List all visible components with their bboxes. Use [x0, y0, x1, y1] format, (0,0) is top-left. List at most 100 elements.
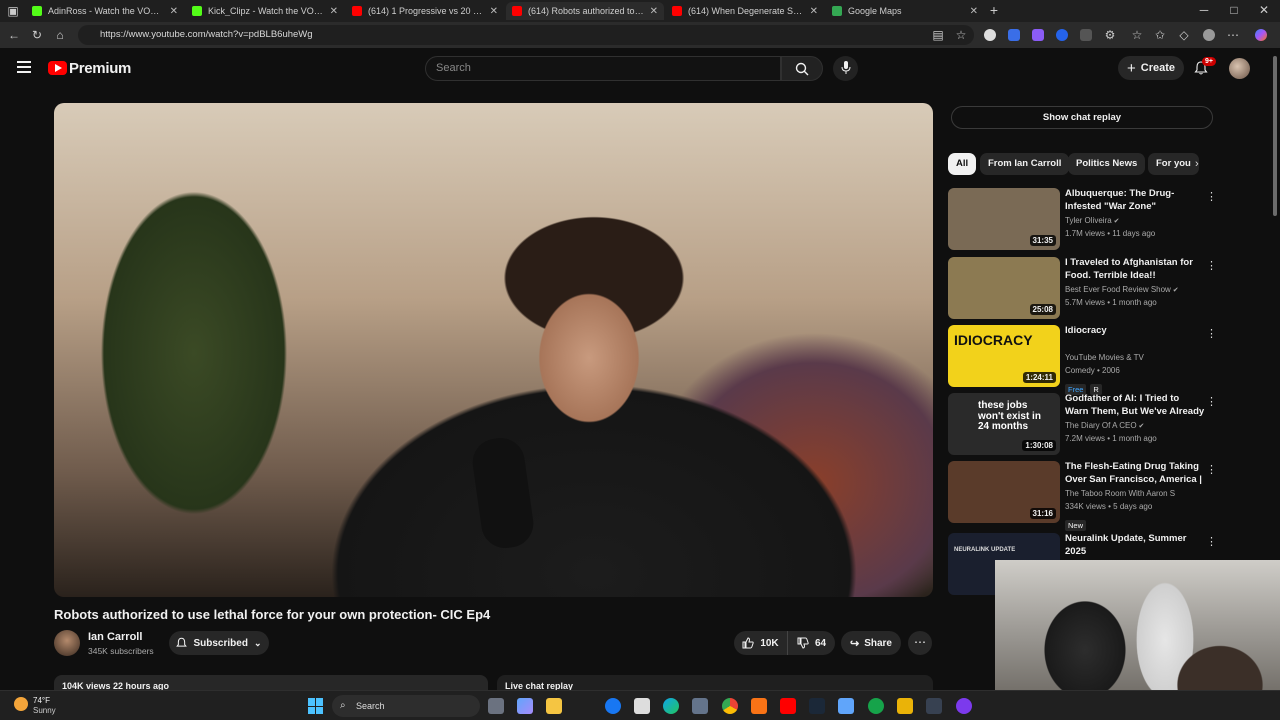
youtube-premium-wordmark[interactable]: Premium	[69, 60, 131, 77]
extension-icon[interactable]	[1008, 29, 1020, 41]
browser-tab[interactable]: (614) When Degenerate Streamers ✕	[666, 2, 824, 20]
voice-search-button[interactable]	[833, 56, 858, 81]
close-tab-icon[interactable]: ✕	[490, 6, 498, 17]
app-icon[interactable]	[751, 698, 767, 714]
new-tab-button[interactable]: +	[986, 2, 1002, 18]
filter-chip[interactable]: All	[948, 153, 977, 175]
windows-start-icon[interactable]	[308, 698, 324, 714]
edge-browser-icon[interactable]	[663, 698, 679, 714]
video-thumbnail[interactable]: IDIOCRACY 1:24:11	[948, 325, 1060, 387]
recommended-channel[interactable]: Tyler Oliveira ✔	[1065, 216, 1120, 225]
favorites-icon[interactable]: ☆	[1129, 27, 1145, 43]
recommended-channel[interactable]: The Taboo Room With Aaron S	[1065, 489, 1175, 498]
video-thumbnail[interactable]: 25:08	[948, 257, 1060, 319]
copilot-icon[interactable]	[1255, 29, 1267, 41]
amazon-icon[interactable]	[634, 698, 650, 714]
account-avatar[interactable]	[1229, 58, 1250, 79]
page-scrollbar[interactable]	[1272, 48, 1278, 690]
collections-icon[interactable]: ✩	[1152, 27, 1168, 43]
browser-tab[interactable]: AdinRoss - Watch the VOD on Kick ✕	[26, 2, 184, 20]
minimize-button[interactable]: ─	[1196, 2, 1212, 18]
more-options-icon[interactable]: ⋮	[1206, 463, 1217, 476]
extension-icon[interactable]	[1032, 29, 1044, 41]
task-view-icon[interactable]	[488, 698, 504, 714]
more-options-icon[interactable]: ⋮	[1206, 535, 1217, 548]
filter-chip[interactable]: For you	[1148, 153, 1199, 175]
browser-tab[interactable]: Google Maps ✕	[826, 2, 984, 20]
chevron-right-icon[interactable]: ›	[1195, 158, 1199, 170]
filter-chip[interactable]: Politics News	[1068, 153, 1146, 175]
recommended-channel[interactable]: The Diary Of A CEO ✔	[1065, 421, 1144, 430]
recommended-video-title[interactable]: The Flesh-Eating Drug Taking Over San Fr…	[1065, 461, 1205, 486]
video-thumbnail[interactable]: 31:16	[948, 461, 1060, 523]
channel-avatar[interactable]	[54, 630, 80, 656]
dislike-button[interactable]: 64	[788, 631, 835, 655]
recommended-channel[interactable]: Best Ever Food Review Show ✔	[1065, 285, 1179, 294]
recommended-video[interactable]: 31:16 The Flesh-Eating Drug Taking Over S…	[948, 461, 1218, 531]
more-actions-button[interactable]: ⋯	[908, 631, 932, 655]
recommended-video[interactable]: 25:08 I Traveled to Afghanistan for Food.…	[948, 257, 1218, 319]
url-field[interactable]: https://www.youtube.com/watch?v=pdBLB6uh…	[78, 25, 974, 45]
weather-description[interactable]: Sunny	[33, 706, 56, 715]
chrome-icon[interactable]	[722, 698, 738, 714]
browser-essentials-icon[interactable]: ◇	[1176, 27, 1192, 43]
browser-menu-icon[interactable]: ⋯	[1225, 27, 1241, 43]
youtube-logo-icon[interactable]	[48, 61, 67, 75]
copilot-taskbar-icon[interactable]	[517, 698, 533, 714]
obs-icon[interactable]	[956, 698, 972, 714]
video-thumbnail[interactable]: 31:35	[948, 188, 1060, 250]
youtube-app-icon[interactable]	[780, 698, 796, 714]
recommended-video-title[interactable]: Neuralink Update, Summer 2025	[1065, 533, 1205, 558]
refresh-icon[interactable]: ↻	[29, 27, 45, 43]
extension-icon[interactable]	[1056, 29, 1068, 41]
close-tab-icon[interactable]: ✕	[970, 6, 978, 17]
close-window-button[interactable]: ✕	[1256, 2, 1272, 18]
recommended-video[interactable]: 31:35 Albuquerque: The Drug-Infested "War…	[948, 188, 1218, 250]
xbox-icon[interactable]	[868, 698, 884, 714]
browser-tab[interactable]: Kick_Clipz - Watch the VOD on Kick ✕	[186, 2, 344, 20]
recommended-video-title[interactable]: Albuquerque: The Drug-Infested "War Zone…	[1065, 188, 1205, 213]
video-player[interactable]	[54, 103, 933, 597]
home-icon[interactable]: ⌂	[52, 27, 68, 43]
close-tab-icon[interactable]: ✕	[810, 6, 818, 17]
app-icon[interactable]	[897, 698, 913, 714]
recommended-video-title[interactable]: I Traveled to Afghanistan for Food. Terr…	[1065, 257, 1205, 282]
extension-icon[interactable]	[1080, 29, 1092, 41]
reader-mode-icon[interactable]: ▤	[930, 27, 946, 43]
close-tab-icon[interactable]: ✕	[330, 6, 338, 17]
search-input[interactable]: Search	[425, 56, 781, 81]
weather-temperature[interactable]: 74°F	[33, 696, 50, 705]
app-icon[interactable]	[838, 698, 854, 714]
create-button[interactable]: + Create	[1118, 56, 1184, 80]
calculator-icon[interactable]	[692, 698, 708, 714]
bookmark-star-icon[interactable]: ☆	[953, 27, 969, 43]
extensions-puzzle-icon[interactable]: ⚙	[1102, 27, 1118, 43]
share-button[interactable]: ↪ Share	[841, 631, 901, 655]
hamburger-menu-icon[interactable]	[17, 61, 31, 73]
recommended-video[interactable]: IDIOCRACY 1:24:11 Idiocracy YouTube Movies …	[948, 325, 1218, 395]
back-icon[interactable]: ←	[6, 27, 22, 43]
scrollbar-thumb[interactable]	[1273, 56, 1277, 216]
show-chat-replay-button[interactable]: Show chat replay	[951, 106, 1213, 129]
steam-icon[interactable]	[809, 698, 825, 714]
filter-chip[interactable]: From Ian Carroll	[980, 153, 1070, 175]
tab-actions-icon[interactable]: ▣	[5, 3, 21, 19]
recommended-video-title[interactable]: Godfather of AI: I Tried to Warn Them, B…	[1065, 393, 1205, 418]
maximize-button[interactable]: □	[1226, 2, 1242, 18]
browser-tab[interactable]: (614) Robots authorized to use ✕	[506, 2, 664, 20]
weather-sun-icon[interactable]	[14, 697, 28, 711]
recommended-channel[interactable]: YouTube Movies & TV	[1065, 353, 1144, 362]
recommended-video-title[interactable]: Idiocracy	[1065, 325, 1205, 338]
subscribed-button[interactable]: Subscribed ⌄	[169, 631, 269, 655]
recommended-video[interactable]: these jobs won't exist in 24 months 1:30:…	[948, 393, 1218, 455]
profile-icon[interactable]	[1203, 29, 1215, 41]
more-options-icon[interactable]: ⋮	[1206, 327, 1217, 340]
extension-icon[interactable]	[984, 29, 996, 41]
app-icon[interactable]	[926, 698, 942, 714]
more-options-icon[interactable]: ⋮	[1206, 259, 1217, 272]
video-thumbnail[interactable]: these jobs won't exist in 24 months 1:30:…	[948, 393, 1060, 455]
close-tab-icon[interactable]: ✕	[170, 6, 178, 17]
close-tab-icon[interactable]: ✕	[650, 6, 658, 17]
file-explorer-icon[interactable]	[546, 698, 562, 714]
search-button[interactable]	[781, 56, 823, 81]
